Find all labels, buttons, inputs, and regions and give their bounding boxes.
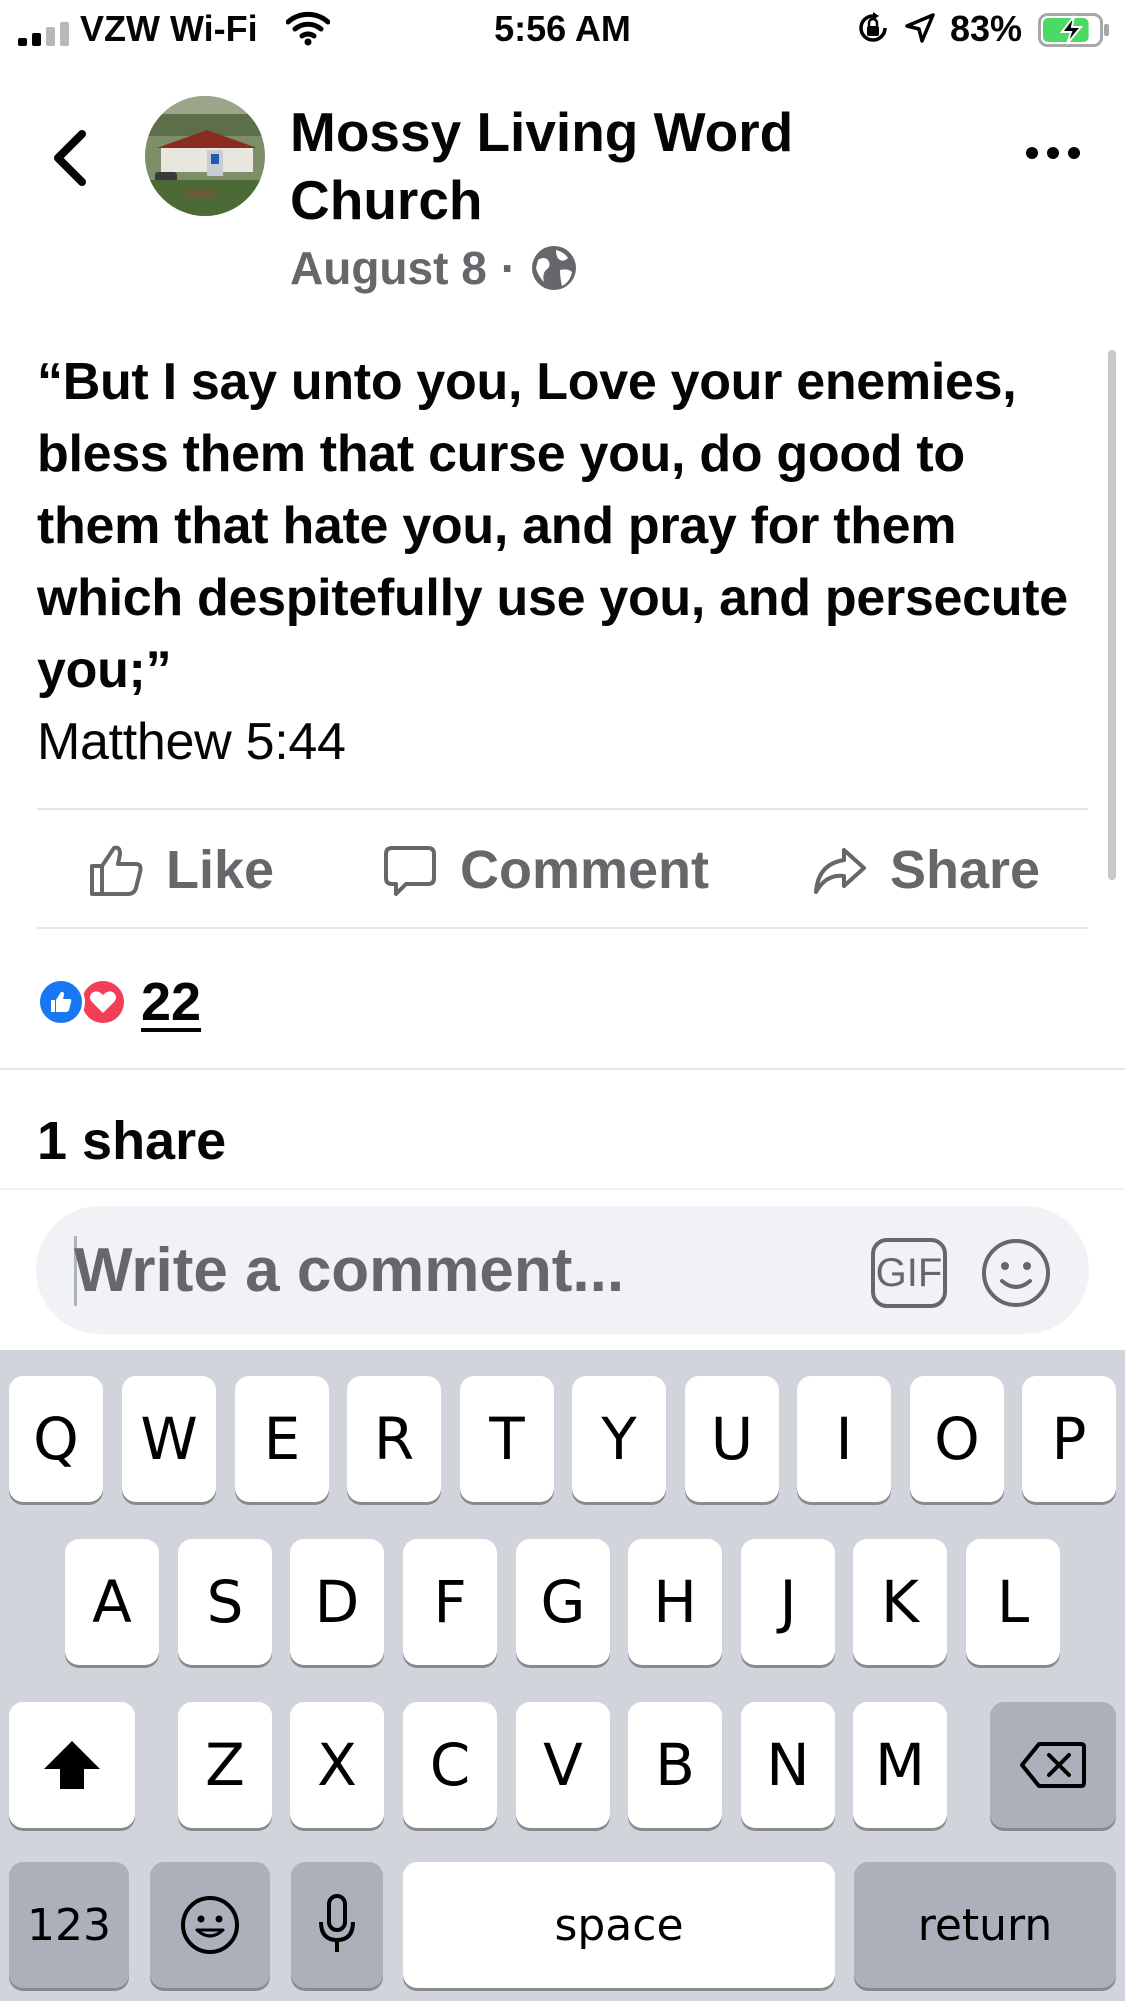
gif-button[interactable]: GIF (871, 1238, 947, 1308)
emoji-icon (181, 1896, 239, 1954)
backspace-icon (1020, 1742, 1086, 1788)
space-key[interactable]: space (403, 1862, 835, 1988)
status-bar: VZW Wi-Fi 5:56 AM 83% (0, 0, 1125, 60)
post-quote: “But I say unto you, Love your enemies, … (37, 353, 1068, 699)
verse-reference: Matthew 5:44 (37, 713, 346, 771)
key-f[interactable]: F (403, 1539, 497, 1665)
return-key[interactable]: return (854, 1862, 1116, 1988)
scroll-indicator (1108, 350, 1116, 880)
key-a[interactable]: A (65, 1539, 159, 1665)
key-i[interactable]: I (797, 1376, 891, 1502)
key-t[interactable]: T (460, 1376, 554, 1502)
battery-charging-icon (1038, 13, 1109, 47)
share-arrow-icon (814, 848, 866, 894)
share-button[interactable]: Share (812, 835, 1040, 905)
thumbs-up-icon (90, 845, 143, 896)
key-c[interactable]: C (403, 1702, 497, 1828)
smiley-icon[interactable] (980, 1237, 1052, 1309)
rotation-lock-icon (859, 12, 887, 42)
emoji-key[interactable] (150, 1862, 270, 1988)
dictation-key[interactable] (291, 1862, 383, 1988)
globe-icon (532, 246, 577, 290)
key-r[interactable]: R (347, 1376, 441, 1502)
like-reaction-icon (37, 978, 85, 1026)
key-b[interactable]: B (628, 1702, 722, 1828)
back-button[interactable] (46, 128, 96, 188)
share-label: Share (890, 840, 1041, 900)
key-u[interactable]: U (685, 1376, 779, 1502)
comment-button[interactable]: Comment (382, 835, 709, 905)
key-m[interactable]: M (853, 1702, 947, 1828)
page-name[interactable]: Mossy Living Word Church (290, 98, 890, 234)
divider (37, 808, 1088, 810)
key-v[interactable]: V (516, 1702, 610, 1828)
key-g[interactable]: G (516, 1539, 610, 1665)
key-l[interactable]: L (966, 1539, 1060, 1665)
delete-key[interactable] (990, 1702, 1116, 1828)
post-text: “But I say unto you, Love your enemies, … (37, 346, 1077, 778)
post-date[interactable]: August 8 (290, 241, 487, 295)
reactions-summary[interactable]: 22 (37, 970, 201, 1034)
key-h[interactable]: H (628, 1539, 722, 1665)
key-y[interactable]: Y (572, 1376, 666, 1502)
key-k[interactable]: K (853, 1539, 947, 1665)
reactions-count[interactable]: 22 (141, 971, 201, 1033)
key-p[interactable]: P (1022, 1376, 1116, 1502)
post-meta: August 8 · (290, 240, 578, 296)
key-z[interactable]: Z (178, 1702, 272, 1828)
page-avatar[interactable] (145, 96, 265, 216)
microphone-icon (319, 1894, 355, 1952)
like-button[interactable]: Like (88, 835, 274, 905)
comment-placeholder: Write a comment... (74, 1236, 625, 1305)
battery-percent: 83% (950, 8, 1023, 49)
key-x[interactable]: X (290, 1702, 384, 1828)
divider (37, 927, 1088, 929)
shares-count[interactable]: 1 share (37, 1110, 226, 1172)
key-n[interactable]: N (741, 1702, 835, 1828)
love-reaction-icon (79, 978, 127, 1026)
like-label: Like (166, 840, 275, 900)
shift-key[interactable] (9, 1702, 135, 1828)
divider (0, 1068, 1125, 1070)
key-j[interactable]: J (741, 1539, 835, 1665)
more-options-icon[interactable] (1024, 140, 1082, 166)
keyboard: Q W E R T Y U I O P A S D F G H J K L Z … (0, 1350, 1125, 2001)
key-d[interactable]: D (290, 1539, 384, 1665)
key-e[interactable]: E (235, 1376, 329, 1502)
comment-bubble-icon (384, 846, 436, 896)
key-w[interactable]: W (122, 1376, 216, 1502)
location-icon (905, 13, 935, 43)
numbers-key[interactable]: 123 (9, 1862, 129, 1988)
comment-label: Comment (460, 840, 710, 900)
key-q[interactable]: Q (9, 1376, 103, 1502)
key-o[interactable]: O (910, 1376, 1004, 1502)
meta-separator: · (500, 242, 517, 294)
key-s[interactable]: S (178, 1539, 272, 1665)
church-photo (145, 96, 265, 216)
shift-arrow-icon (44, 1741, 100, 1789)
